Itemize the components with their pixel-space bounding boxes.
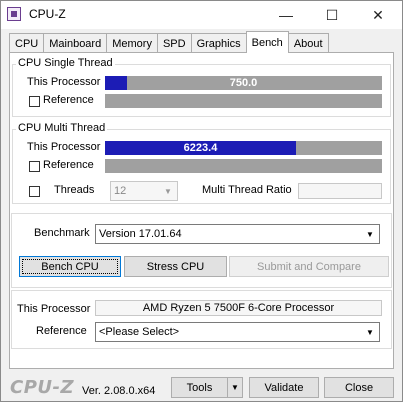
minimize-button[interactable]: — (263, 1, 309, 29)
multi-thread-legend: CPU Multi Thread (16, 122, 108, 134)
reference-label: Reference (36, 325, 87, 337)
tab-strip: CPU Mainboard Memory SPD Graphics Bench … (9, 31, 329, 53)
chevron-down-icon: ▼ (164, 186, 172, 196)
tab-spd[interactable]: SPD (156, 33, 192, 53)
benchmark-version-value: Version 17.01.64 (99, 228, 182, 240)
multi-reference-label: Reference (43, 159, 94, 171)
chevron-down-icon: ▼ (366, 327, 374, 337)
single-thread-group (12, 64, 391, 117)
threads-value: 12 (114, 185, 127, 197)
close-button[interactable]: Close (324, 377, 394, 398)
multi-reference-bar (105, 159, 382, 173)
benchmark-label: Benchmark (34, 227, 90, 239)
this-processor-name: AMD Ryzen 5 7500F 6-Core Processor (95, 300, 382, 316)
maximize-button[interactable]: ☐ (309, 1, 355, 29)
tab-mainboard[interactable]: Mainboard (43, 33, 108, 53)
single-reference-label: Reference (43, 94, 94, 106)
validate-button[interactable]: Validate (249, 377, 319, 398)
tab-about[interactable]: About (287, 33, 329, 53)
single-reference-checkbox[interactable] (29, 96, 40, 107)
tools-button[interactable]: Tools (171, 377, 228, 398)
multi-thread-ratio-label: Multi Thread Ratio (202, 184, 292, 196)
version-label: Ver. 2.08.0.x64 (82, 385, 156, 397)
multi-thread-score: 6223.4 (183, 142, 218, 154)
tab-cpu[interactable]: CPU (9, 33, 45, 53)
submit-and-compare-button[interactable]: Submit and Compare (229, 256, 389, 277)
tools-dropdown-button[interactable]: ▼ (227, 377, 243, 398)
title-bar: CPU-Z — ☐ ✕ (1, 1, 402, 29)
cpuz-window: CPU-Z — ☐ ✕ CPU Mainboard Memory SPD Gra… (0, 0, 403, 402)
reference-processor-value: <Please Select> (99, 326, 180, 338)
bench-panel: CPU Single Thread This Processor 750.0 R… (9, 52, 394, 369)
chevron-down-icon: ▼ (231, 383, 239, 392)
bench-cpu-button[interactable]: Bench CPU (19, 256, 121, 277)
threads-select[interactable]: 12 ▼ (110, 181, 178, 201)
cpu-z-icon (7, 7, 21, 21)
benchmark-version-select[interactable]: Version 17.01.64 ▼ (95, 224, 380, 244)
single-reference-bar (105, 94, 382, 108)
close-window-button[interactable]: ✕ (355, 1, 401, 29)
cpu-z-logo: CPU-Z (10, 377, 75, 398)
tab-memory[interactable]: Memory (106, 33, 158, 53)
threads-checkbox[interactable] (29, 186, 40, 197)
window-title: CPU-Z (29, 7, 66, 21)
multi-reference-checkbox[interactable] (29, 161, 40, 172)
multi-this-processor-label: This Processor (27, 141, 101, 153)
this-processor-label: This Processor (17, 303, 91, 315)
single-thread-bar: 750.0 (105, 76, 382, 90)
single-thread-score: 750.0 (229, 77, 258, 89)
tab-bench[interactable]: Bench (245, 31, 289, 53)
stress-cpu-button[interactable]: Stress CPU (124, 256, 227, 277)
threads-label: Threads (54, 184, 95, 196)
single-this-processor-label: This Processor (27, 76, 101, 88)
chevron-down-icon: ▼ (366, 229, 374, 239)
single-thread-legend: CPU Single Thread (16, 57, 115, 69)
multi-thread-ratio-field (298, 183, 382, 199)
multi-thread-bar: 6223.4 (105, 141, 382, 155)
tab-graphics[interactable]: Graphics (190, 33, 247, 53)
reference-processor-select[interactable]: <Please Select> ▼ (95, 322, 380, 342)
